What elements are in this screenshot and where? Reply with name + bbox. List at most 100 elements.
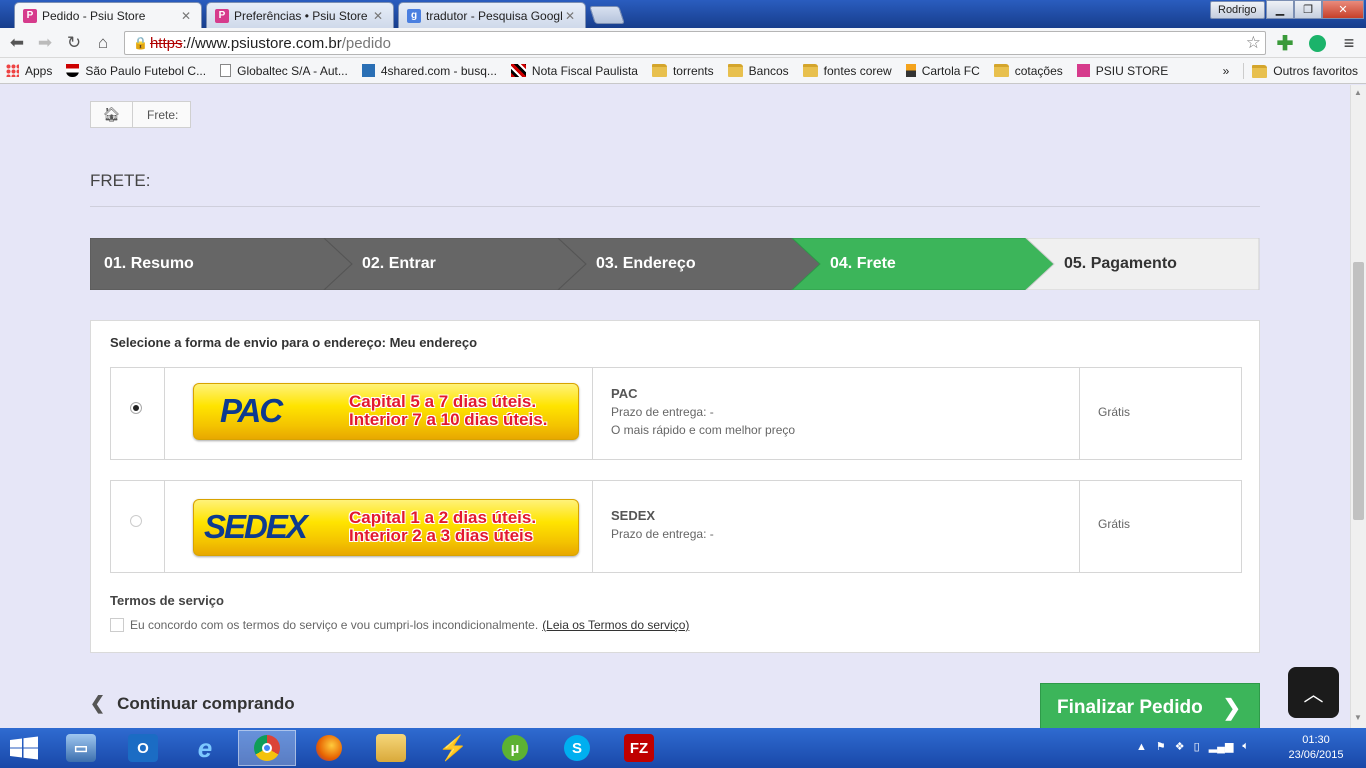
bookmark-globaltec[interactable]: Globaltec S/A - Aut... xyxy=(220,64,348,78)
reload-icon[interactable]: ↻ xyxy=(63,32,85,54)
page-scrollbar[interactable]: ▲ ▼ xyxy=(1350,85,1366,728)
finalize-order-button[interactable]: Finalizar Pedido ❯ xyxy=(1040,683,1260,728)
taskbar-app-winamp[interactable]: ⚡ xyxy=(424,730,482,766)
tab-close-icon[interactable]: ✕ xyxy=(371,9,385,23)
bookmark-apps[interactable]: Apps xyxy=(6,64,52,78)
bookmark-fontes-corew[interactable]: fontes corew xyxy=(802,63,892,78)
taskbar-app-explorer[interactable] xyxy=(362,730,420,766)
bookmark-label: fontes corew xyxy=(823,63,892,78)
scroll-to-top-button[interactable]: ︿ xyxy=(1288,667,1339,718)
taskbar-app-skype[interactable]: S xyxy=(548,730,606,766)
address-bar[interactable]: 🔒 https://www.psiustore.com.br/pedido ☆ xyxy=(124,31,1266,55)
step-label: 05. Pagamento xyxy=(1064,255,1177,272)
home-icon[interactable]: ⌂ xyxy=(92,32,114,54)
menu-icon[interactable]: ≡ xyxy=(1338,32,1360,54)
taskbar-app-firefox[interactable] xyxy=(300,730,358,766)
new-tab-button[interactable] xyxy=(589,6,625,24)
bookmark-cartola[interactable]: Cartola FC xyxy=(905,64,980,78)
minimize-icon[interactable]: ▁ xyxy=(1266,0,1294,19)
clock-time: 01:30 xyxy=(1302,734,1330,746)
tab-tradutor[interactable]: g tradutor - Pesquisa Googl ✕ xyxy=(398,2,586,28)
step-entrar[interactable]: 02. Entrar xyxy=(362,238,436,290)
terms-row: Eu concordo com os termos do serviço e v… xyxy=(110,618,689,632)
scrollbar-thumb[interactable] xyxy=(1353,262,1364,520)
other-bookmarks[interactable]: Outros favoritos xyxy=(1273,64,1358,78)
bookmark-label: Globaltec S/A - Aut... xyxy=(237,63,348,78)
home-icon[interactable]: 🏠︎ xyxy=(91,102,133,127)
terms-checkbox[interactable] xyxy=(110,618,124,632)
taskbar-app-computer[interactable]: ▭ xyxy=(52,730,110,766)
page-icon xyxy=(220,64,232,77)
action-center-flag-icon[interactable]: ⚑ xyxy=(1156,740,1166,753)
taskbar-app-chrome[interactable] xyxy=(238,730,296,766)
plus-extension-icon[interactable]: ✚ xyxy=(1274,32,1296,55)
taskbar-app-outlook[interactable]: O xyxy=(114,730,172,766)
bookmark-star-icon[interactable]: ☆ xyxy=(1246,33,1261,53)
psiu-favicon-icon: P xyxy=(215,8,229,23)
option-radio-cell xyxy=(111,368,165,459)
option-price-cell: Grátis xyxy=(1080,481,1241,572)
step-endereco[interactable]: 03. Endereço xyxy=(596,238,696,290)
taskbar-clock[interactable]: 01:30 23/06/2015 xyxy=(1284,733,1348,763)
bookmark-label: PSIU STORE xyxy=(1095,63,1169,78)
bookmark-psiu-store[interactable]: PSIU STORE xyxy=(1076,63,1169,78)
bookmark-label: Apps xyxy=(25,63,53,78)
continue-label: Continuar comprando xyxy=(117,693,295,713)
breadcrumb: 🏠︎ Frete: xyxy=(90,101,192,128)
banner-line1: Capital 5 a 7 dias úteis. xyxy=(349,392,537,411)
close-window-icon[interactable]: ✕ xyxy=(1322,0,1364,19)
forward-arrow-icon[interactable]: ➡ xyxy=(34,32,56,54)
continue-shopping-link[interactable]: ❮ Continuar comprando xyxy=(90,693,295,714)
restore-icon[interactable]: ❐ xyxy=(1294,0,1322,19)
tab-close-icon[interactable]: ✕ xyxy=(179,9,193,23)
tab-close-icon[interactable]: ✕ xyxy=(563,9,577,23)
shipping-option-sedex[interactable]: SEDEX Capital 1 a 2 dias úteis. Interior… xyxy=(110,480,1242,573)
radio-pac[interactable] xyxy=(130,402,142,414)
internet-explorer-icon: e xyxy=(197,732,213,763)
tab-preferencias[interactable]: P Preferências • Psiu Store ✕ xyxy=(206,2,394,28)
step-pagamento[interactable]: 05. Pagamento xyxy=(1064,238,1177,290)
profile-button[interactable]: Rodrigo xyxy=(1210,1,1265,19)
step-resumo[interactable]: 01. Resumo xyxy=(104,238,194,290)
bookmark-nota-fiscal[interactable]: Nota Fiscal Paulista xyxy=(510,64,638,78)
network-signal-icon[interactable]: ▂▄▆ xyxy=(1209,740,1234,753)
step-frete[interactable]: 04. Frete xyxy=(830,238,896,290)
bookmark-cotacoes[interactable]: cotações xyxy=(993,64,1063,78)
filezilla-icon: FZ xyxy=(624,734,654,762)
taskbar-app-filezilla[interactable]: FZ xyxy=(610,730,668,766)
windows-start-icon[interactable] xyxy=(8,736,40,760)
bookmark-label: São Paulo Futebol C... xyxy=(85,63,207,78)
dropbox-icon[interactable]: ❖ xyxy=(1175,740,1185,753)
taskbar-app-ie[interactable]: e xyxy=(176,730,234,766)
more-bookmarks-button[interactable]: » xyxy=(1223,64,1230,78)
utorrent-icon: µ xyxy=(502,735,528,761)
shipping-option-pac[interactable]: PAC Capital 5 a 7 dias úteis. Interior 7… xyxy=(110,367,1242,460)
service-description: O mais rápido e com melhor preço xyxy=(611,423,796,437)
tab-pedido[interactable]: P Pedido - Psiu Store ✕ xyxy=(14,2,202,28)
bookmark-spfc[interactable]: São Paulo Futebol C... xyxy=(66,64,206,78)
bookmark-4shared[interactable]: 4shared.com - busq... xyxy=(361,64,497,78)
windows-taskbar: ▭ O e ⚡ µ S FZ ▲ ⚑ ❖ ▯ ▂▄▆ 🔈︎ 01:30 23/0… xyxy=(0,728,1366,768)
bookmark-label: torrents xyxy=(672,63,714,78)
bookmark-bancos[interactable]: Bancos xyxy=(727,64,789,78)
psiu-favicon-icon: P xyxy=(23,8,37,23)
scroll-up-icon[interactable]: ▲ xyxy=(1354,88,1362,97)
bookmark-torrents[interactable]: torrents xyxy=(651,63,714,78)
shipping-price: Grátis xyxy=(1098,405,1131,419)
radio-sedex[interactable] xyxy=(130,515,142,527)
volume-icon[interactable]: 🔈︎ xyxy=(1242,740,1249,753)
terms-link[interactable]: (Leia os Termos do serviço) xyxy=(542,618,689,632)
grammarly-extension-icon[interactable] xyxy=(1306,32,1328,54)
scroll-down-icon[interactable]: ▼ xyxy=(1354,713,1362,722)
back-arrow-icon[interactable]: ⬅ xyxy=(6,32,28,54)
device-icon[interactable]: ▯ xyxy=(1194,740,1200,753)
option-price-cell: Grátis xyxy=(1080,368,1241,459)
service-name: PAC xyxy=(611,386,638,401)
taskbar-app-utorrent[interactable]: µ xyxy=(486,730,544,766)
url-scheme: https xyxy=(149,34,183,52)
clock-date: 23/06/2015 xyxy=(1288,749,1344,761)
folder-icon xyxy=(651,64,667,77)
folder-icon xyxy=(993,64,1009,77)
show-hidden-icons-icon[interactable]: ▲ xyxy=(1136,741,1147,753)
step-label: 03. Endereço xyxy=(596,255,696,272)
